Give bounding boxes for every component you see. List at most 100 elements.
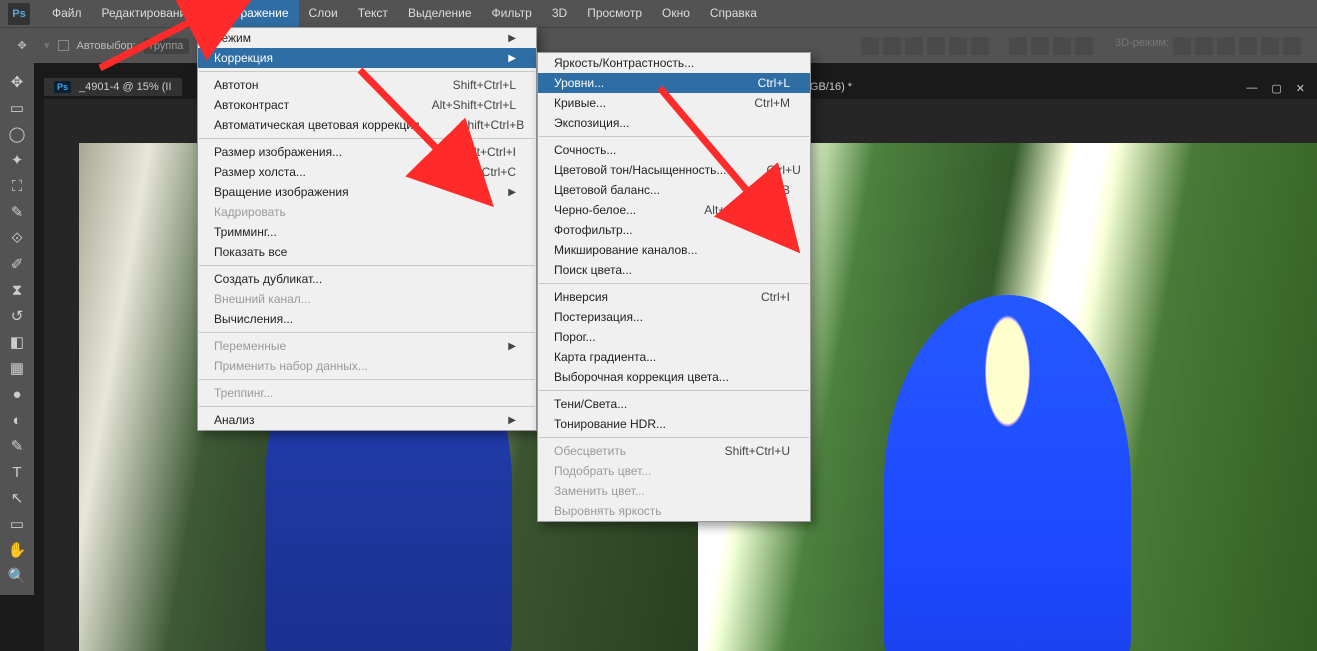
mode3d-label: 3D-режим: bbox=[1115, 37, 1169, 55]
menu-item[interactable]: Микширование каналов... bbox=[538, 240, 810, 260]
menu-item[interactable]: Поиск цвета... bbox=[538, 260, 810, 280]
menu-item-label: Применить набор данных... bbox=[214, 359, 368, 373]
dodge-tool-icon[interactable]: ◐ bbox=[2, 407, 32, 433]
menu-просмотр[interactable]: Просмотр bbox=[577, 0, 652, 27]
align-icon[interactable] bbox=[905, 37, 923, 55]
menu-item[interactable]: Анализ▶ bbox=[198, 410, 536, 430]
menu-окно[interactable]: Окно bbox=[652, 0, 700, 27]
align-icon[interactable] bbox=[927, 37, 945, 55]
menu-item[interactable]: ИнверсияCtrl+I bbox=[538, 287, 810, 307]
menu-item-label: Черно-белое... bbox=[554, 203, 636, 217]
3d-icon[interactable] bbox=[1217, 37, 1235, 55]
stamp-tool-icon[interactable]: ⧗ bbox=[2, 277, 32, 303]
wand-tool-icon[interactable]: ✦ bbox=[2, 147, 32, 173]
menu-item-label: Обесцветить bbox=[554, 444, 626, 458]
menu-item[interactable]: Режим▶ bbox=[198, 28, 536, 48]
history-brush-icon[interactable]: ↺ bbox=[2, 303, 32, 329]
blur-tool-icon[interactable]: ● bbox=[2, 381, 32, 407]
menu-item[interactable]: Автоматическая цветовая коррекцияShift+C… bbox=[198, 115, 536, 135]
menu-separator bbox=[539, 136, 809, 137]
menu-item[interactable]: Выборочная коррекция цвета... bbox=[538, 367, 810, 387]
3d-icon[interactable] bbox=[1283, 37, 1301, 55]
menu-shortcut: Alt+Ctrl+I bbox=[466, 145, 516, 159]
menu-item[interactable]: Черно-белое...Alt+Shift+Ctrl+B bbox=[538, 200, 810, 220]
menu-item-label: Фотофильтр... bbox=[554, 223, 633, 237]
menu-item[interactable]: Размер изображения...Alt+Ctrl+I bbox=[198, 142, 536, 162]
menu-item[interactable]: АвтотонShift+Ctrl+L bbox=[198, 75, 536, 95]
move-tool-icon[interactable]: ✥ bbox=[8, 32, 36, 60]
brush-tool-icon[interactable]: ✐ bbox=[2, 251, 32, 277]
lasso-tool-icon[interactable]: ◯ bbox=[2, 121, 32, 147]
menu-item-label: Карта градиента... bbox=[554, 350, 656, 364]
menu-item[interactable]: Сочность... bbox=[538, 140, 810, 160]
menu-item[interactable]: Вращение изображения▶ bbox=[198, 182, 536, 202]
type-tool-icon[interactable]: T bbox=[2, 459, 32, 485]
menu-item[interactable]: Создать дубликат... bbox=[198, 269, 536, 289]
pen-tool-icon[interactable]: ✎ bbox=[2, 433, 32, 459]
menu-слои[interactable]: Слои bbox=[299, 0, 348, 27]
align-icon[interactable] bbox=[883, 37, 901, 55]
menu-item[interactable]: Цветовой баланс...Ctrl+B bbox=[538, 180, 810, 200]
menu-item[interactable]: Экспозиция... bbox=[538, 113, 810, 133]
dist-icon[interactable] bbox=[1053, 37, 1071, 55]
3d-icon[interactable] bbox=[1195, 37, 1213, 55]
menu-item[interactable]: Вычисления... bbox=[198, 309, 536, 329]
menu-редактирование[interactable]: Редактирование bbox=[92, 0, 203, 27]
menu-item[interactable]: Порог... bbox=[538, 327, 810, 347]
menu-item[interactable]: Тени/Света... bbox=[538, 394, 810, 414]
gradient-tool-icon[interactable]: ▦ bbox=[2, 355, 32, 381]
move-tool-icon[interactable]: ✥ bbox=[2, 69, 32, 95]
shape-tool-icon[interactable]: ▭ bbox=[2, 511, 32, 537]
menu-файл[interactable]: Файл bbox=[42, 0, 92, 27]
menu-item[interactable]: Тонирование HDR... bbox=[538, 414, 810, 434]
menu-item[interactable]: Постеризация... bbox=[538, 307, 810, 327]
align-icon[interactable] bbox=[861, 37, 879, 55]
close-icon[interactable]: ✕ bbox=[1296, 82, 1305, 95]
menu-item-label: Цветовой баланс... bbox=[554, 183, 660, 197]
dist-icon[interactable] bbox=[1009, 37, 1027, 55]
menu-item[interactable]: Карта градиента... bbox=[538, 347, 810, 367]
menu-item[interactable]: Коррекция▶ bbox=[198, 48, 536, 68]
3d-icon[interactable] bbox=[1173, 37, 1191, 55]
menu-item[interactable]: Показать все bbox=[198, 242, 536, 262]
menu-item-label: Создать дубликат... bbox=[214, 272, 322, 286]
menu-текст[interactable]: Текст bbox=[348, 0, 398, 27]
dist-icon[interactable] bbox=[1031, 37, 1049, 55]
zoom-tool-icon[interactable]: 🔍 bbox=[2, 563, 32, 589]
menu-3d[interactable]: 3D bbox=[542, 0, 577, 27]
toolbox: ✥ ▭ ◯ ✦ ⛶ ✎ ⟐ ✐ ⧗ ↺ ◧ ▦ ● ◐ ✎ T ↖ ▭ ✋ 🔍 bbox=[0, 63, 34, 595]
menu-фильтр[interactable]: Фильтр bbox=[482, 0, 542, 27]
3d-icon[interactable] bbox=[1261, 37, 1279, 55]
menu-shortcut: Alt+Ctrl+C bbox=[461, 165, 516, 179]
menu-item: Применить набор данных... bbox=[198, 356, 536, 376]
menu-item: Выровнять яркость bbox=[538, 501, 810, 521]
eyedropper-tool-icon[interactable]: ✎ bbox=[2, 199, 32, 225]
menu-item-label: Сочность... bbox=[554, 143, 616, 157]
menu-item[interactable]: Размер холста...Alt+Ctrl+C bbox=[198, 162, 536, 182]
maximize-icon[interactable]: ▢ bbox=[1271, 82, 1281, 95]
marquee-tool-icon[interactable]: ▭ bbox=[2, 95, 32, 121]
minimize-icon[interactable]: — bbox=[1246, 82, 1257, 95]
align-icon[interactable] bbox=[949, 37, 967, 55]
eraser-tool-icon[interactable]: ◧ bbox=[2, 329, 32, 355]
autoselect-checkbox[interactable] bbox=[58, 40, 69, 51]
dist-icon[interactable] bbox=[1075, 37, 1093, 55]
menu-item[interactable]: Тримминг... bbox=[198, 222, 536, 242]
align-icon[interactable] bbox=[971, 37, 989, 55]
menu-item[interactable]: Фотофильтр... bbox=[538, 220, 810, 240]
group-combo[interactable]: группа bbox=[144, 38, 190, 54]
document-tab[interactable]: Ps _4901-4 @ 15% (II bbox=[44, 78, 182, 96]
hand-tool-icon[interactable]: ✋ bbox=[2, 537, 32, 563]
menu-item[interactable]: Цветовой тон/Насыщенность...Ctrl+U bbox=[538, 160, 810, 180]
menu-item[interactable]: АвтоконтрастAlt+Shift+Ctrl+L bbox=[198, 95, 536, 115]
path-tool-icon[interactable]: ↖ bbox=[2, 485, 32, 511]
crop-tool-icon[interactable]: ⛶ bbox=[2, 173, 32, 199]
menu-item[interactable]: Кривые...Ctrl+M bbox=[538, 93, 810, 113]
menu-изображение[interactable]: Изображение bbox=[203, 0, 299, 27]
menu-выделение[interactable]: Выделение bbox=[398, 0, 482, 27]
menu-справка[interactable]: Справка bbox=[700, 0, 767, 27]
menu-item[interactable]: Яркость/Контрастность... bbox=[538, 53, 810, 73]
3d-icon[interactable] bbox=[1239, 37, 1257, 55]
menu-item[interactable]: Уровни...Ctrl+L bbox=[538, 73, 810, 93]
healing-tool-icon[interactable]: ⟐ bbox=[2, 225, 32, 251]
